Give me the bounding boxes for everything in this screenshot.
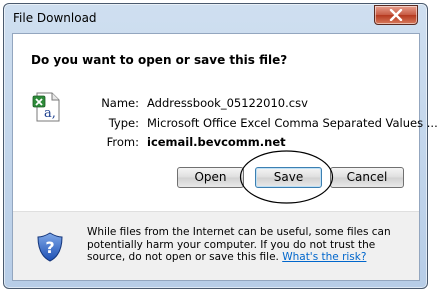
title-bar[interactable]: File Download bbox=[4, 4, 427, 32]
type-label: Type: bbox=[108, 116, 139, 130]
close-icon bbox=[389, 9, 403, 21]
from-label: From: bbox=[106, 135, 139, 149]
name-value: Addressbook_05122010.csv bbox=[147, 96, 308, 110]
file-download-dialog: File Download Do you want to open or sav… bbox=[3, 3, 438, 289]
excel-csv-file-icon: a, bbox=[32, 91, 62, 123]
name-label: Name: bbox=[101, 96, 139, 110]
security-warning-footer: ? While files from the Internet can be u… bbox=[13, 211, 419, 280]
svg-text:a,: a, bbox=[44, 106, 56, 121]
security-shield-question-icon: ? bbox=[37, 232, 63, 262]
whats-the-risk-link[interactable]: What's the risk? bbox=[282, 251, 366, 263]
security-warning-text: While files from the Internet can be use… bbox=[87, 226, 412, 264]
type-value: Microsoft Office Excel Comma Separated V… bbox=[147, 116, 438, 130]
file-type-row: Type: Microsoft Office Excel Comma Separa… bbox=[59, 116, 438, 130]
dialog-question: Do you want to open or save this file? bbox=[31, 53, 288, 67]
window-title: File Download bbox=[13, 11, 97, 25]
close-button[interactable] bbox=[374, 5, 418, 25]
save-highlight-ellipse bbox=[239, 150, 334, 204]
from-value: icemail.bevcomm.net bbox=[147, 135, 286, 149]
dialog-content: Do you want to open or save this file? a… bbox=[12, 33, 438, 281]
file-from-row: From: icemail.bevcomm.net bbox=[59, 135, 286, 149]
file-name-row: Name: Addressbook_05122010.csv bbox=[59, 96, 308, 110]
cancel-button[interactable]: Cancel bbox=[330, 167, 404, 188]
open-button[interactable]: Open bbox=[177, 167, 244, 188]
svg-text:?: ? bbox=[45, 238, 54, 257]
